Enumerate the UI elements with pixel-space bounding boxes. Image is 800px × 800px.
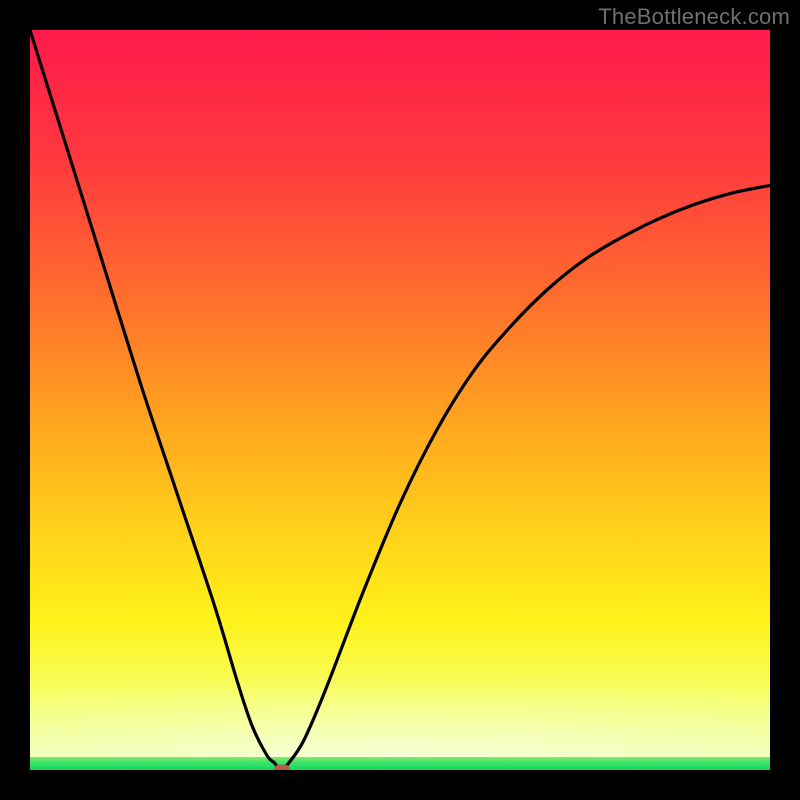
bottleneck-curve bbox=[30, 30, 770, 770]
watermark-text: TheBottleneck.com bbox=[598, 4, 790, 30]
plot-area bbox=[30, 30, 770, 770]
chart-frame: TheBottleneck.com bbox=[0, 0, 800, 800]
optimal-marker bbox=[274, 765, 290, 771]
